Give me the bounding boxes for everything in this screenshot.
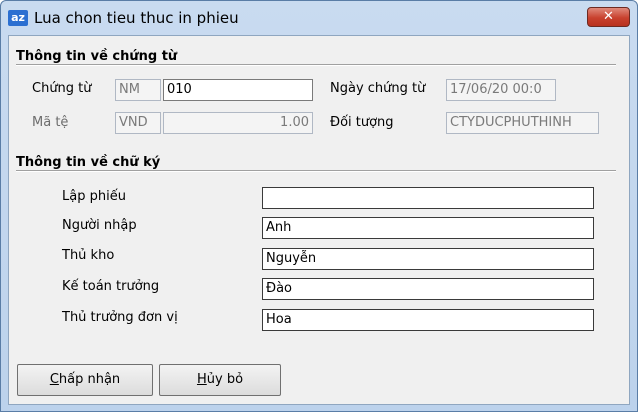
accept-label: hấp nhận xyxy=(58,372,121,387)
signature-section-title: Thông tin về chữ ký xyxy=(16,155,161,170)
app-icon: az xyxy=(8,10,28,26)
dialog-body: Thông tin về chứng từ Chứng từ NM 010 Ng… xyxy=(8,35,630,405)
lap-phieu-field[interactable] xyxy=(262,187,594,209)
cancel-mnemonic: H xyxy=(196,372,207,387)
accept-button[interactable]: Chấp nhận xyxy=(17,364,153,396)
close-button[interactable]: ✕ xyxy=(587,7,630,27)
signature-row-label: Kế toán trưởng xyxy=(62,279,160,294)
document-section-title: Thông tin về chứng từ xyxy=(16,49,178,64)
cancel-button[interactable]: Hủy bỏ xyxy=(159,364,281,396)
thu-kho-field[interactable]: Nguyễn xyxy=(262,248,594,270)
ngay-chung-tu-label: Ngày chứng từ xyxy=(330,81,426,96)
ke-toan-truong-field[interactable]: Đào xyxy=(262,278,594,300)
accept-mnemonic: C xyxy=(49,372,59,387)
signature-row-label: Thủ kho xyxy=(62,248,115,263)
ma-te-label: Mã tệ xyxy=(32,115,69,130)
window-title: Lua chon tieu thuc in phieu xyxy=(34,9,239,27)
close-icon: ✕ xyxy=(603,9,614,24)
exchange-rate-field: 1.00 xyxy=(163,112,313,134)
doi-tuong-field: CTYDUCPHUTHINH xyxy=(446,112,599,134)
signature-section-divider xyxy=(16,170,616,172)
signature-row-label: Thủ trưởng đơn vị xyxy=(62,310,178,325)
document-section-divider xyxy=(16,64,616,66)
title-bar[interactable]: az Lua chon tieu thuc in phieu ✕ xyxy=(1,1,637,35)
chung-tu-code-field: NM xyxy=(115,79,161,101)
thu-truong-don-vi-field[interactable]: Hoa xyxy=(262,309,594,331)
chung-tu-number-field[interactable]: 010 xyxy=(163,79,313,101)
nguoi-nhap-field[interactable]: Anh xyxy=(262,217,594,239)
signature-row-label: Người nhập xyxy=(62,218,137,233)
chung-tu-label: Chứng từ xyxy=(32,81,92,96)
ma-te-field: VND xyxy=(115,112,161,134)
doi-tuong-label: Đối tượng xyxy=(330,115,394,130)
cancel-label: ủy bỏ xyxy=(206,372,244,387)
ngay-chung-tu-field: 17/06/20 00:0 xyxy=(446,79,556,101)
dialog-window: az Lua chon tieu thuc in phieu ✕ Thông t… xyxy=(0,0,638,412)
signature-row-label: Lập phiếu xyxy=(62,189,126,204)
